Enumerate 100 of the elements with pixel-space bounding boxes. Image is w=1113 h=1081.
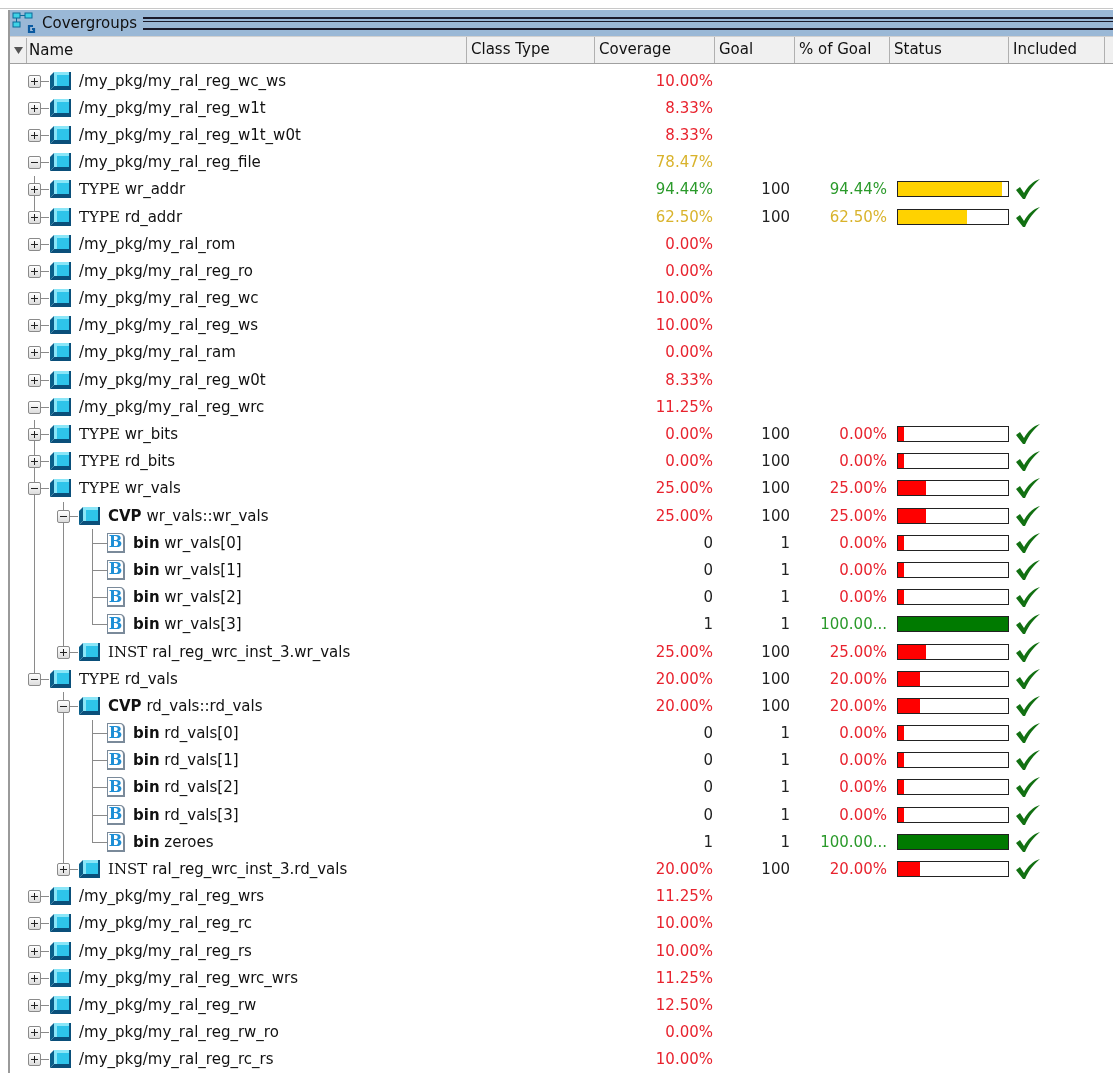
coverage-value: 10.00%: [655, 289, 713, 308]
bin-icon: B: [107, 587, 125, 608]
goal-value: 1: [780, 588, 790, 607]
bin-icon: B: [107, 777, 125, 798]
tree-item-label[interactable]: bin zeroes: [133, 832, 214, 851]
expand-toggle[interactable]: [28, 346, 41, 360]
expand-toggle[interactable]: [28, 998, 41, 1012]
expand-toggle[interactable]: [57, 863, 70, 877]
expand-toggle[interactable]: [28, 292, 41, 306]
column-header[interactable]: Coverage: [595, 37, 715, 63]
goal-value: 100: [761, 207, 790, 226]
collapse-toggle[interactable]: [28, 400, 41, 414]
expand-toggle[interactable]: [28, 183, 41, 197]
goal-value: 1: [780, 778, 790, 797]
expand-toggle[interactable]: [28, 917, 41, 931]
tree-item-label[interactable]: bin rd_vals[3]: [133, 805, 239, 824]
collapse-toggle[interactable]: [28, 156, 41, 170]
tree-item-label[interactable]: /my_pkg/my_ral_ram: [79, 343, 236, 362]
tree-item-label[interactable]: bin rd_vals[0]: [133, 724, 239, 743]
title-grip[interactable]: [143, 16, 1113, 30]
square-icon: [49, 233, 71, 254]
coverage-value: 94.44%: [655, 180, 713, 199]
percent-of-goal-value: 0.00%: [839, 452, 887, 471]
collapse-toggle[interactable]: [57, 699, 70, 713]
expand-toggle[interactable]: [28, 319, 41, 333]
tree-item-label[interactable]: TYPE wr_vals: [79, 479, 181, 498]
goal-value: 100: [761, 452, 790, 471]
expand-toggle[interactable]: [28, 373, 41, 387]
tree-item-label[interactable]: bin wr_vals[0]: [133, 533, 242, 552]
expand-toggle[interactable]: [28, 264, 41, 278]
tree-item-label[interactable]: /my_pkg/my_ral_reg_wc: [79, 289, 259, 308]
tree-item-label[interactable]: INST ral_reg_wrc_inst_3.rd_vals: [108, 860, 348, 879]
bin-icon: B: [107, 831, 125, 852]
tree-item-label[interactable]: TYPE rd_vals: [79, 669, 178, 688]
tree-item-label[interactable]: CVP rd_vals::rd_vals: [108, 696, 263, 715]
collapse-toggle[interactable]: [57, 509, 70, 523]
column-header[interactable]: Name: [29, 41, 74, 59]
column-header[interactable]: Included: [1009, 37, 1105, 63]
tree-item-label[interactable]: /my_pkg/my_ral_reg_rw_ro: [79, 1023, 279, 1042]
tree-item-label[interactable]: /my_pkg/my_ral_reg_rw: [79, 995, 257, 1014]
sort-icon[interactable]: [13, 46, 23, 54]
tree-item-label[interactable]: bin wr_vals[3]: [133, 615, 242, 634]
tree-item-label[interactable]: /my_pkg/my_ral_reg_rc_rs: [79, 1050, 274, 1069]
coverage-value: 20.00%: [655, 860, 713, 879]
expand-toggle[interactable]: [28, 1026, 41, 1040]
expand-toggle[interactable]: [28, 428, 41, 442]
collapse-toggle[interactable]: [28, 672, 41, 686]
tree-item-label[interactable]: INST ral_reg_wrc_inst_3.wr_vals: [108, 642, 351, 661]
expand-toggle[interactable]: [28, 210, 41, 224]
tree-item-label[interactable]: /my_pkg/my_ral_reg_ws: [79, 316, 258, 335]
expand-toggle[interactable]: [28, 101, 41, 115]
tree-item-label[interactable]: /my_pkg/my_ral_reg_wrc_wrs: [79, 968, 299, 987]
expand-toggle[interactable]: [28, 74, 41, 88]
square-icon: [49, 1022, 71, 1043]
tree-item-label[interactable]: TYPE rd_bits: [79, 452, 176, 471]
tree-item-label[interactable]: TYPE rd_addr: [79, 207, 183, 226]
tree-item-label[interactable]: CVP wr_vals::wr_vals: [108, 506, 269, 525]
tree-item-label[interactable]: bin wr_vals[1]: [133, 560, 242, 579]
tree-item-label[interactable]: TYPE wr_addr: [79, 180, 186, 199]
coverage-value: 0.00%: [665, 425, 713, 444]
column-header[interactable]: Goal: [715, 37, 795, 63]
tree-item-label[interactable]: bin rd_vals[1]: [133, 751, 239, 770]
expand-toggle[interactable]: [28, 944, 41, 958]
coverage-value: 0: [703, 588, 713, 607]
square-icon: [49, 369, 71, 390]
collapse-toggle[interactable]: [28, 482, 41, 496]
coverage-value: 0.00%: [665, 1023, 713, 1042]
tree-item-label[interactable]: bin wr_vals[2]: [133, 588, 242, 607]
tree-item-label[interactable]: /my_pkg/my_ral_reg_file: [79, 153, 261, 172]
expand-toggle[interactable]: [28, 237, 41, 251]
tree-item-label[interactable]: /my_pkg/my_ral_reg_w0t: [79, 370, 266, 389]
tree-item-label[interactable]: /my_pkg/my_ral_reg_ro: [79, 261, 253, 280]
expand-toggle[interactable]: [28, 971, 41, 985]
tree-item-label[interactable]: /my_pkg/my_ral_reg_w1t_w0t: [79, 125, 301, 144]
square-icon: [49, 967, 71, 988]
tree-item-label[interactable]: /my_pkg/my_ral_reg_w1t: [79, 98, 266, 117]
tree-item-label[interactable]: /my_pkg/my_ral_reg_wrc: [79, 397, 265, 416]
panel-title: Covergroups: [42, 14, 138, 32]
expand-toggle[interactable]: [28, 128, 41, 142]
column-header[interactable]: % of Goal: [795, 37, 890, 63]
percent-of-goal-value: 0.00%: [839, 588, 887, 607]
percent-of-goal-value: 25.00%: [829, 642, 887, 661]
column-header[interactable]: Class Type: [467, 37, 595, 63]
goal-value: 100: [761, 479, 790, 498]
tree-item-label[interactable]: /my_pkg/my_ral_rom: [79, 234, 236, 253]
tree-item-label[interactable]: /my_pkg/my_ral_reg_wc_ws: [79, 71, 287, 90]
tree-item-label[interactable]: /my_pkg/my_ral_reg_rc: [79, 914, 252, 933]
expand-toggle[interactable]: [28, 1053, 41, 1067]
column-header[interactable]: Status: [890, 37, 1009, 63]
expand-toggle[interactable]: [28, 455, 41, 469]
tree-item-label[interactable]: bin rd_vals[2]: [133, 778, 239, 797]
coverage-value: 10.00%: [655, 71, 713, 90]
bin-icon: B: [107, 532, 125, 553]
expand-toggle[interactable]: [57, 645, 70, 659]
expand-toggle[interactable]: [28, 890, 41, 904]
square-icon: [49, 668, 71, 689]
tree-item-label[interactable]: /my_pkg/my_ral_reg_wrs: [79, 887, 265, 906]
square-icon: [49, 994, 71, 1015]
tree-item-label[interactable]: /my_pkg/my_ral_reg_rs: [79, 941, 252, 960]
tree-item-label[interactable]: TYPE wr_bits: [79, 425, 179, 444]
